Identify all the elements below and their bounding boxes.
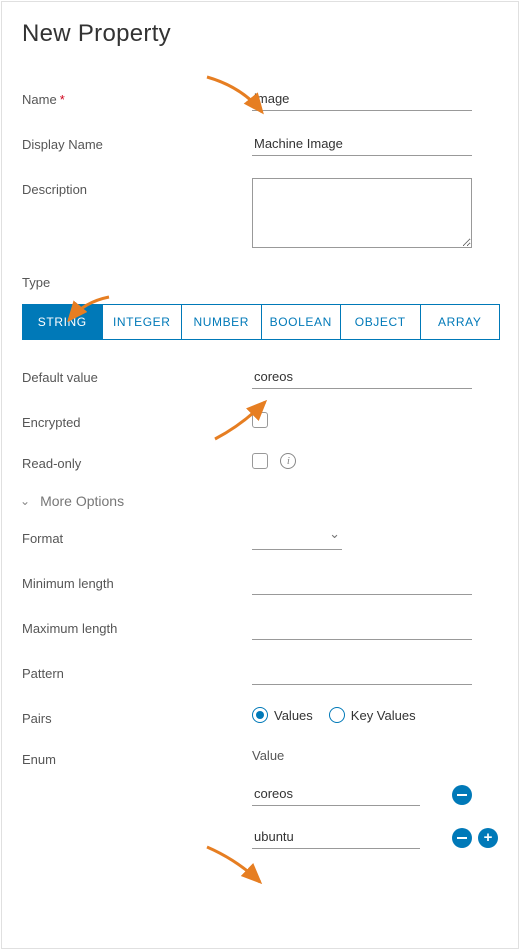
enum-row — [252, 783, 498, 806]
description-label: Description — [22, 178, 252, 197]
name-input[interactable] — [252, 88, 472, 111]
remove-enum-button[interactable] — [452, 828, 472, 848]
display-name-label: Display Name — [22, 133, 252, 152]
max-length-input[interactable] — [252, 617, 472, 640]
more-options-toggle[interactable]: ⌄ More Options — [20, 493, 498, 509]
add-enum-button[interactable]: + — [478, 828, 498, 848]
format-label: Format — [22, 527, 252, 546]
pairs-radio-values[interactable]: Values — [252, 707, 313, 723]
annotation-arrow-icon — [202, 842, 272, 897]
new-property-panel: New Property Name* Display Name Descript… — [1, 1, 519, 949]
type-label: Type — [22, 275, 498, 290]
encrypted-checkbox[interactable] — [252, 412, 268, 428]
info-icon[interactable]: i — [280, 453, 296, 469]
remove-enum-button[interactable] — [452, 785, 472, 805]
max-length-label: Maximum length — [22, 617, 252, 636]
chevron-down-icon: ⌄ — [20, 494, 30, 508]
enum-value-input[interactable] — [252, 826, 420, 849]
type-tab-boolean[interactable]: BOOLEAN — [262, 305, 342, 339]
name-label: Name* — [22, 88, 252, 107]
default-value-label: Default value — [22, 366, 252, 385]
min-length-label: Minimum length — [22, 572, 252, 591]
min-length-input[interactable] — [252, 572, 472, 595]
pattern-label: Pattern — [22, 662, 252, 681]
type-tab-integer[interactable]: INTEGER — [103, 305, 183, 339]
enum-label: Enum — [22, 748, 252, 767]
page-title: New Property — [22, 20, 498, 48]
type-tab-number[interactable]: NUMBER — [182, 305, 262, 339]
description-textarea[interactable] — [252, 178, 472, 248]
enum-value-header: Value — [252, 748, 498, 763]
display-name-input[interactable] — [252, 133, 472, 156]
format-select[interactable] — [252, 527, 342, 550]
type-tab-array[interactable]: ARRAY — [421, 305, 500, 339]
default-value-input[interactable] — [252, 366, 472, 389]
type-tab-string[interactable]: STRING — [23, 305, 103, 339]
pairs-label: Pairs — [22, 707, 252, 726]
required-indicator: * — [60, 92, 65, 107]
radio-icon — [252, 707, 268, 723]
type-tabs: STRING INTEGER NUMBER BOOLEAN OBJECT ARR… — [22, 304, 500, 340]
radio-icon — [329, 707, 345, 723]
read-only-checkbox[interactable] — [252, 453, 268, 469]
pattern-input[interactable] — [252, 662, 472, 685]
pairs-radio-keyvalues[interactable]: Key Values — [329, 707, 416, 723]
enum-row: + — [252, 826, 498, 849]
encrypted-label: Encrypted — [22, 411, 252, 430]
read-only-label: Read-only — [22, 452, 252, 471]
type-tab-object[interactable]: OBJECT — [341, 305, 421, 339]
enum-value-input[interactable] — [252, 783, 420, 806]
